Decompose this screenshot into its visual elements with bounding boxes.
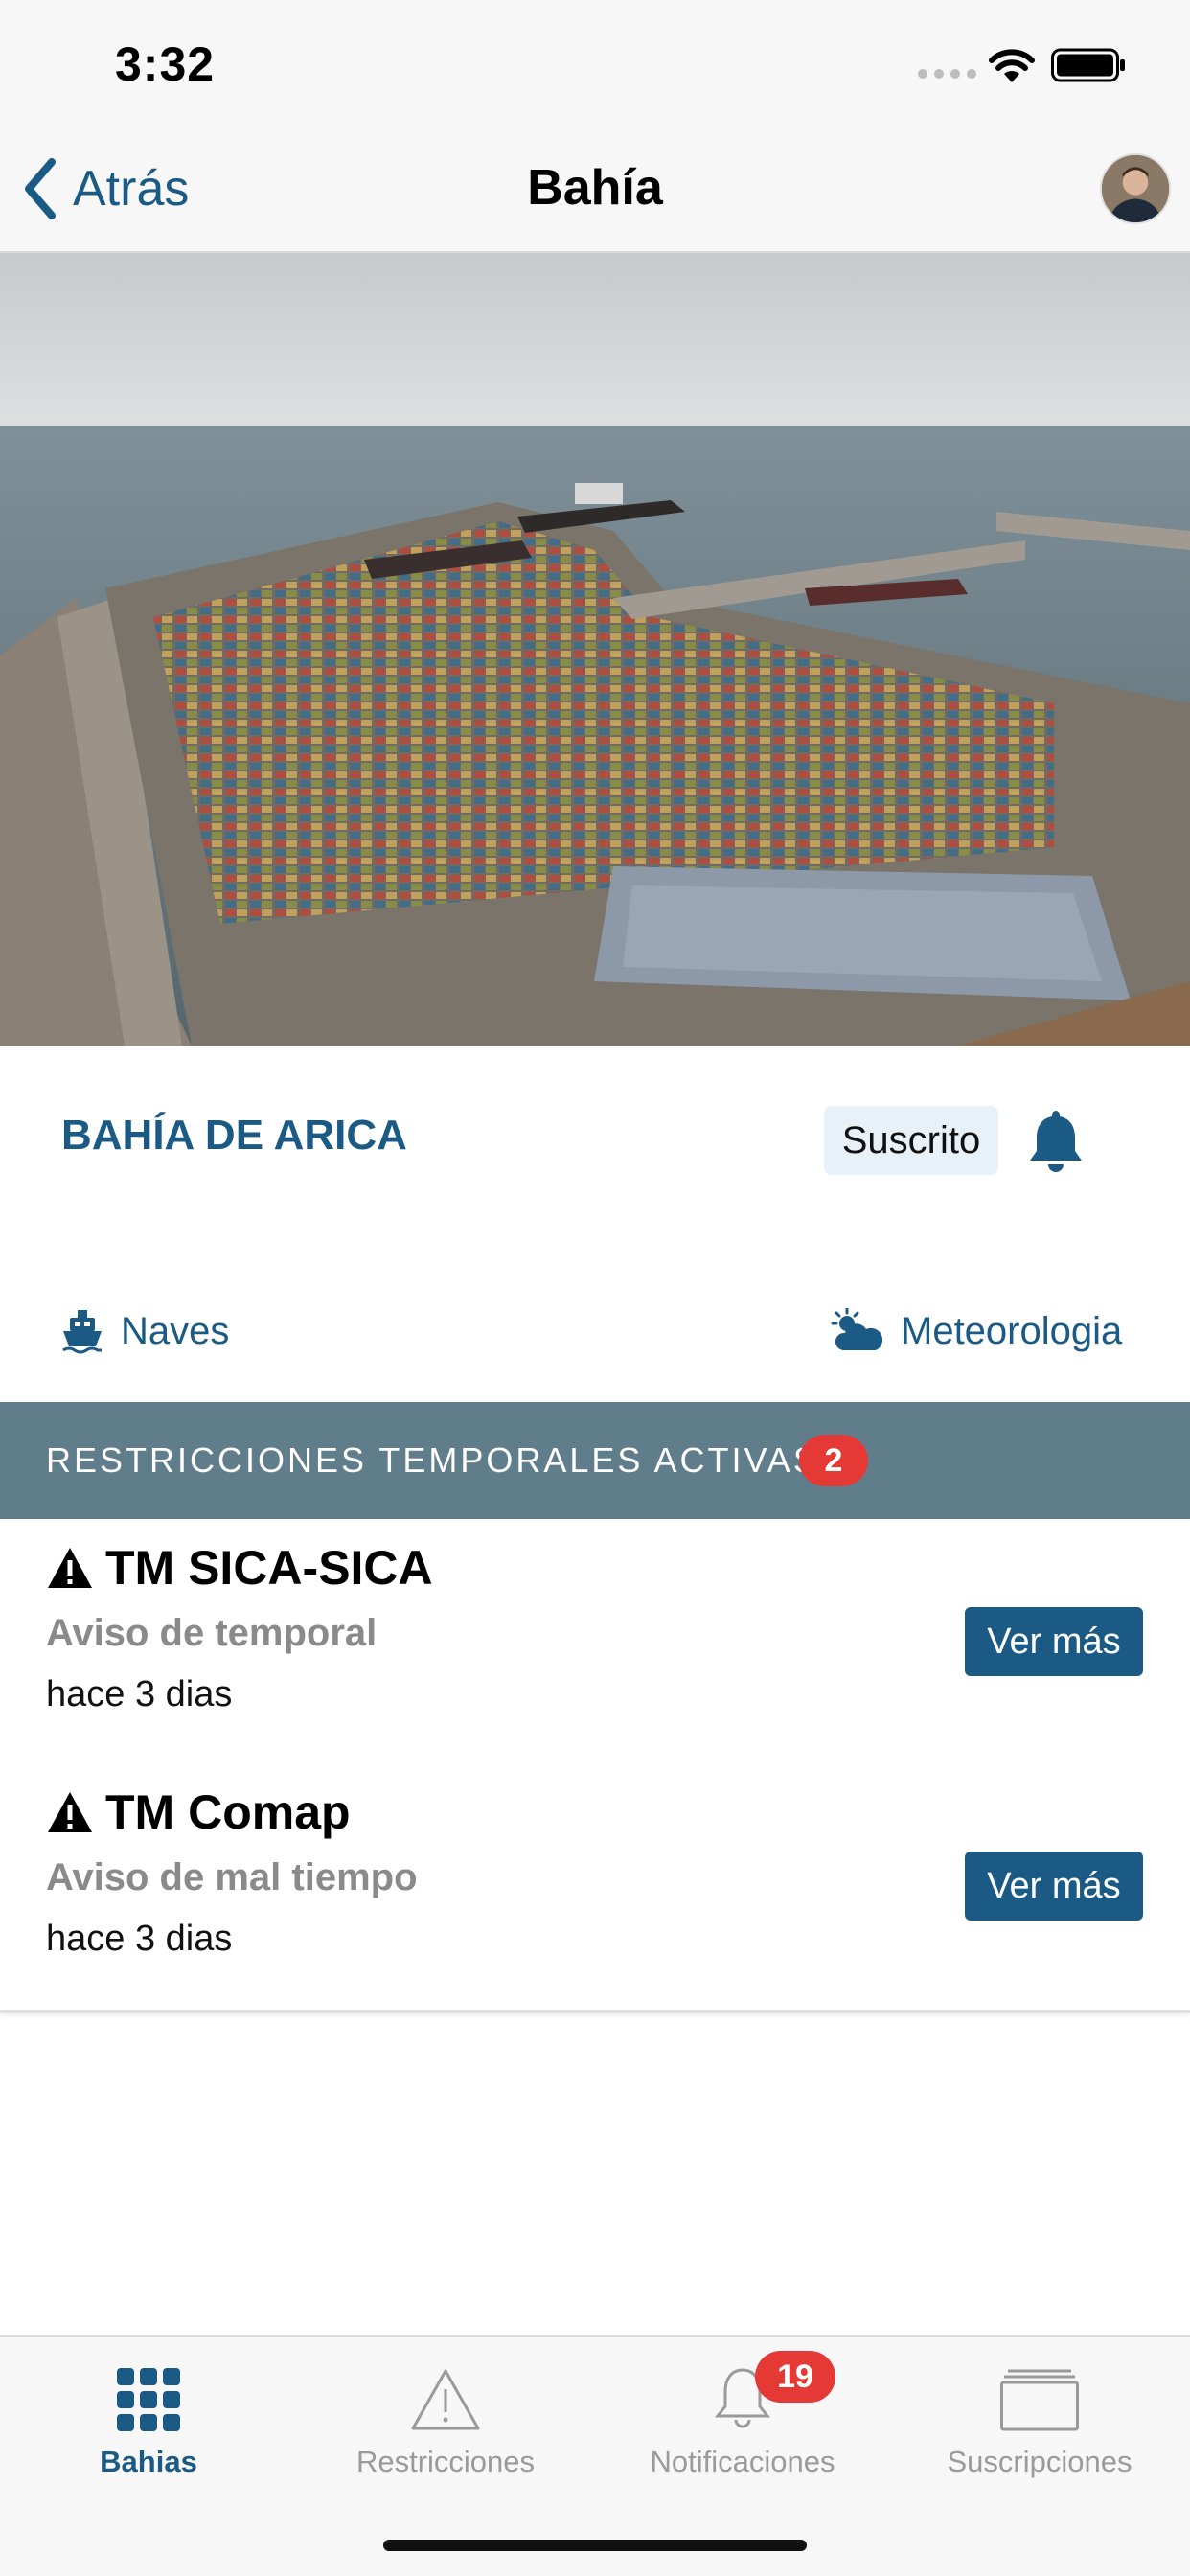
grid-icon — [117, 2368, 180, 2431]
avatar[interactable] — [1100, 153, 1171, 224]
status-bar: 3:32 — [0, 0, 1190, 126]
weather-link[interactable]: Meteorologia — [830, 1308, 1122, 1354]
restriction-title-text: TM Comap — [105, 1785, 351, 1839]
bay-photo — [0, 253, 1190, 1046]
list-item: TM SICA-SICA Aviso de temporal hace 3 di… — [0, 1519, 1190, 1759]
restriction-subtitle: Aviso de mal tiempo — [46, 1856, 418, 1898]
bay-name: BAHÍA DE ARICA — [61, 1112, 407, 1159]
battery-icon — [1051, 48, 1125, 82]
tab-notificaciones[interactable]: Notificaciones 19 — [594, 2351, 891, 2498]
ships-label: Naves — [121, 1309, 230, 1352]
section-title: RESTRICCIONES TEMPORALES ACTIVAS — [46, 1440, 819, 1480]
partly-cloudy-icon — [831, 1308, 883, 1350]
cards-stack-icon — [1000, 2369, 1079, 2431]
tab-label: Suscripciones — [947, 2445, 1133, 2478]
restriction-time: hace 3 dias — [46, 1674, 233, 1714]
warning-outline-icon — [411, 2369, 480, 2430]
warning-icon — [48, 1548, 92, 1588]
home-indicator[interactable] — [383, 2540, 807, 2551]
page-title: Bahía — [527, 160, 663, 216]
tab-suscripciones[interactable]: Suscripciones — [891, 2355, 1188, 2498]
ship-icon — [62, 1310, 102, 1354]
ships-link[interactable]: Naves — [61, 1308, 229, 1354]
tab-label: Restricciones — [355, 2445, 536, 2478]
notifications-badge: 19 — [755, 2351, 835, 2403]
bay-links: Naves Meteorologia — [0, 1308, 1190, 1375]
list-item: TM Comap Aviso de mal tiempo hace 3 dias… — [0, 1763, 1190, 2003]
subscribed-badge[interactable]: Suscrito — [824, 1106, 998, 1175]
bell-icon[interactable] — [1025, 1107, 1087, 1174]
restrictions-list: TM SICA-SICA Aviso de temporal hace 3 di… — [0, 1519, 1190, 2012]
restrictions-section-header: RESTRICCIONES TEMPORALES ACTIVAS 2 — [0, 1402, 1190, 1519]
navigation-bar: Atrás Bahía — [0, 126, 1190, 253]
restriction-time: hace 3 dias — [46, 1919, 233, 1959]
tab-label: Bahias — [100, 2445, 197, 2478]
restriction-title: TM Comap — [46, 1784, 351, 1840]
wifi-icon — [989, 49, 1035, 82]
see-more-button[interactable]: Ver más — [965, 1852, 1143, 1920]
restrictions-count-badge: 2 — [799, 1435, 868, 1486]
restriction-title-text: TM SICA-SICA — [105, 1541, 433, 1595]
tab-restricciones[interactable]: Restricciones — [297, 2355, 594, 2498]
cellular-signal-icon — [918, 69, 976, 79]
restriction-subtitle: Aviso de temporal — [46, 1612, 378, 1654]
tab-bahias[interactable]: Bahias — [0, 2355, 297, 2498]
status-time: 3:32 — [115, 37, 216, 91]
restriction-title: TM SICA-SICA — [46, 1540, 433, 1596]
weather-label: Meteorologia — [901, 1309, 1123, 1352]
tab-label: Notificaciones — [650, 2445, 835, 2478]
see-more-button[interactable]: Ver más — [965, 1607, 1143, 1676]
warning-icon — [48, 1792, 92, 1832]
